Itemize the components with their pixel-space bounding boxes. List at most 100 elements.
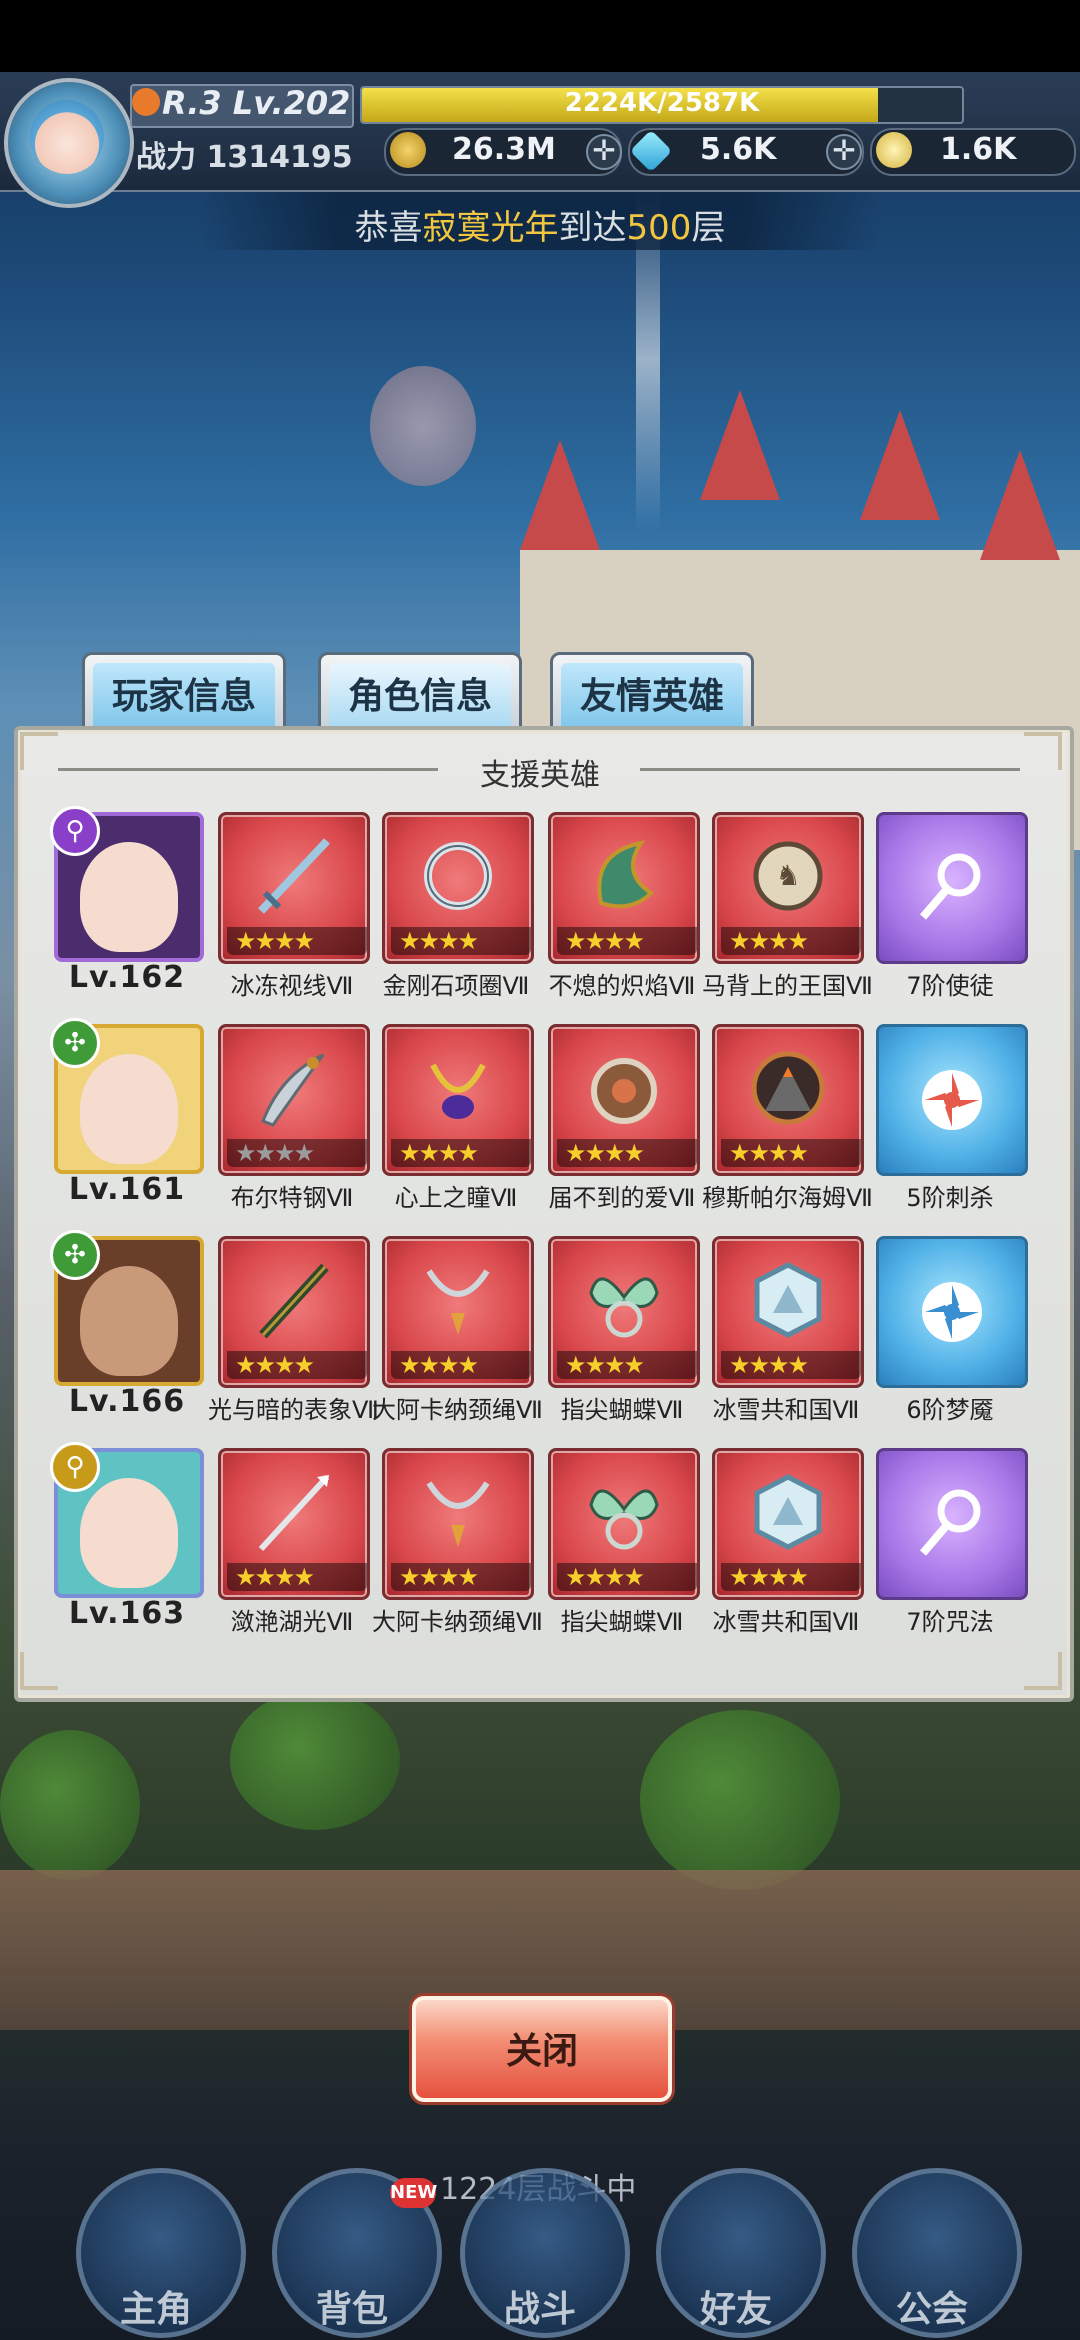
- hero-level: Lv.162: [68, 960, 186, 995]
- volcano-emblem-icon: [751, 1051, 825, 1125]
- hero-level: Lv.161: [68, 1172, 186, 1207]
- hero-face: [80, 1266, 178, 1376]
- castle-roof: [520, 440, 600, 550]
- panel-corner: [1024, 1652, 1062, 1690]
- equipment-name: 大阿卡纳颈绳Ⅶ: [372, 1608, 543, 1636]
- new-badge: NEW: [390, 2178, 437, 2208]
- equipment-name: 马背上的王国Ⅶ: [702, 972, 873, 1000]
- player-rank-level: R.3 Lv.202: [162, 84, 351, 122]
- equipment-slot[interactable]: ★★★★: [218, 1448, 370, 1600]
- lock-class-icon: ⚲: [50, 1442, 100, 1492]
- equipment-stars: ★★★★: [557, 1563, 697, 1591]
- title-divider: [58, 768, 438, 771]
- tab-friend-heroes[interactable]: 友情英雄: [550, 652, 754, 732]
- ice-emblem-icon: [754, 1474, 822, 1550]
- tab-character-info[interactable]: 角色信息: [318, 652, 522, 732]
- rank-badge-icon: [132, 88, 160, 116]
- equipment-name: 指尖蝴蝶Ⅶ: [560, 1608, 684, 1636]
- tab-player-info[interactable]: 玩家信息: [82, 652, 286, 732]
- equipment-name: 穆斯帕尔海姆Ⅶ: [702, 1184, 873, 1212]
- claw-ring-icon: [591, 1058, 657, 1124]
- equipment-name: 不熄的炽焰Ⅶ: [548, 972, 696, 1000]
- add-diamond-button[interactable]: ✛: [826, 134, 862, 170]
- equipment-slot[interactable]: ★★★★: [548, 1236, 700, 1388]
- hero-level: Lv.166: [68, 1384, 186, 1419]
- notice-floor: 500: [626, 208, 692, 248]
- svg-text:♞: ♞: [775, 859, 800, 892]
- skill-name: 6阶梦魇: [906, 1396, 994, 1424]
- spear-icon: [258, 1474, 330, 1552]
- skill-slot[interactable]: [876, 1024, 1028, 1176]
- skill-name: 7阶使徒: [906, 972, 994, 1000]
- equipment-slot[interactable]: ♞ ★★★★: [712, 812, 864, 964]
- staff-skill-icon: [919, 853, 981, 920]
- nav-label: 好友: [699, 2289, 772, 2330]
- equipment-slot[interactable]: ★★★★: [548, 1448, 700, 1600]
- notice-suffix: 层: [691, 208, 726, 248]
- add-gold-button[interactable]: ✛: [586, 134, 622, 170]
- skill-name: 5阶刺杀: [906, 1184, 994, 1212]
- gold-amount: 26.3M: [452, 132, 556, 167]
- equipment-name: 布尔特钢Ⅶ: [230, 1184, 354, 1212]
- equipment-stars: ★★★★: [721, 1139, 861, 1167]
- ice-emblem-icon: [754, 1262, 822, 1338]
- castle-roof: [860, 410, 940, 520]
- tree: [640, 1710, 840, 1890]
- exp-text: 2224K/2587K: [564, 88, 760, 118]
- status-bar: [0, 0, 1080, 72]
- shuriken-class-icon: ✣: [50, 1230, 100, 1280]
- tab-label: 角色信息: [347, 676, 492, 717]
- equipment-slot[interactable]: ★★★★: [218, 1024, 370, 1176]
- equipment-stars: ★★★★: [227, 927, 367, 955]
- equipment-stars: ★★★★: [391, 1139, 531, 1167]
- skill-slot[interactable]: [876, 1236, 1028, 1388]
- nav-label: 背包: [315, 2289, 388, 2330]
- gold-coin-icon: [390, 132, 426, 168]
- equipment-slot[interactable]: ★★★★: [548, 1024, 700, 1176]
- equipment-stars: ★★★★: [557, 1351, 697, 1379]
- equipment-stars: ★★★★: [721, 1351, 861, 1379]
- equipment-name: 金刚石项圈Ⅶ: [382, 972, 530, 1000]
- nav-label: 公会: [895, 2289, 968, 2330]
- diamond-amount: 5.6K: [700, 132, 777, 167]
- title-divider: [640, 768, 1020, 771]
- notice-text: 恭喜寂寞光年到达500层: [200, 200, 880, 249]
- equipment-stars: ★★★★: [391, 1351, 531, 1379]
- tree: [230, 1690, 400, 1830]
- equipment-name: 心上之瞳Ⅶ: [394, 1184, 518, 1212]
- equipment-slot[interactable]: ★★★★: [382, 1024, 534, 1176]
- sword-icon: [258, 838, 330, 914]
- equipment-name: 冰雪共和国Ⅶ: [712, 1608, 860, 1636]
- equipment-slot[interactable]: ★★★★: [382, 812, 534, 964]
- equipment-slot[interactable]: ★★★★: [382, 1448, 534, 1600]
- equipment-name: 届不到的爱Ⅶ: [548, 1184, 696, 1212]
- equipment-slot[interactable]: ★★★★: [548, 812, 700, 964]
- equipment-slot[interactable]: ★★★★: [712, 1024, 864, 1176]
- equipment-stars: ★★★★: [557, 927, 697, 955]
- stamina-orb-icon: [876, 132, 912, 168]
- notice-middle: 到达: [558, 208, 627, 248]
- skill-slot[interactable]: [876, 812, 1028, 964]
- coin-medal-icon: ♞: [753, 841, 823, 911]
- tab-label: 玩家信息: [111, 676, 256, 717]
- equipment-slot[interactable]: ★★★★: [382, 1236, 534, 1388]
- equipment-slot[interactable]: ★★★★: [712, 1236, 864, 1388]
- equipment-name: 冰雪共和国Ⅶ: [712, 1396, 860, 1424]
- hero-level: Lv.163: [68, 1596, 186, 1631]
- equipment-stars: ★★★★: [557, 1139, 697, 1167]
- equipment-name: 大阿卡纳颈绳Ⅶ: [372, 1396, 543, 1424]
- equipment-slot[interactable]: ★★★★: [218, 1236, 370, 1388]
- notice-player-name: 寂寞光年: [422, 208, 559, 248]
- necklace-icon: [424, 842, 492, 910]
- skill-slot[interactable]: [876, 1448, 1028, 1600]
- shuriken-skill-icon: [922, 1070, 982, 1130]
- pendant-rope-icon: [426, 1481, 490, 1547]
- equipment-slot[interactable]: ★★★★: [218, 812, 370, 964]
- section-title: 支援英雄: [480, 758, 600, 793]
- equipment-name: 光与暗的表象Ⅶ: [208, 1396, 379, 1424]
- tab-label: 友情英雄: [579, 676, 724, 717]
- staff-skill-icon: [919, 1489, 981, 1556]
- equipment-slot[interactable]: ★★★★: [712, 1448, 864, 1600]
- close-button-label: 关闭: [505, 2031, 578, 2072]
- pendant-rope-icon: [426, 1269, 490, 1335]
